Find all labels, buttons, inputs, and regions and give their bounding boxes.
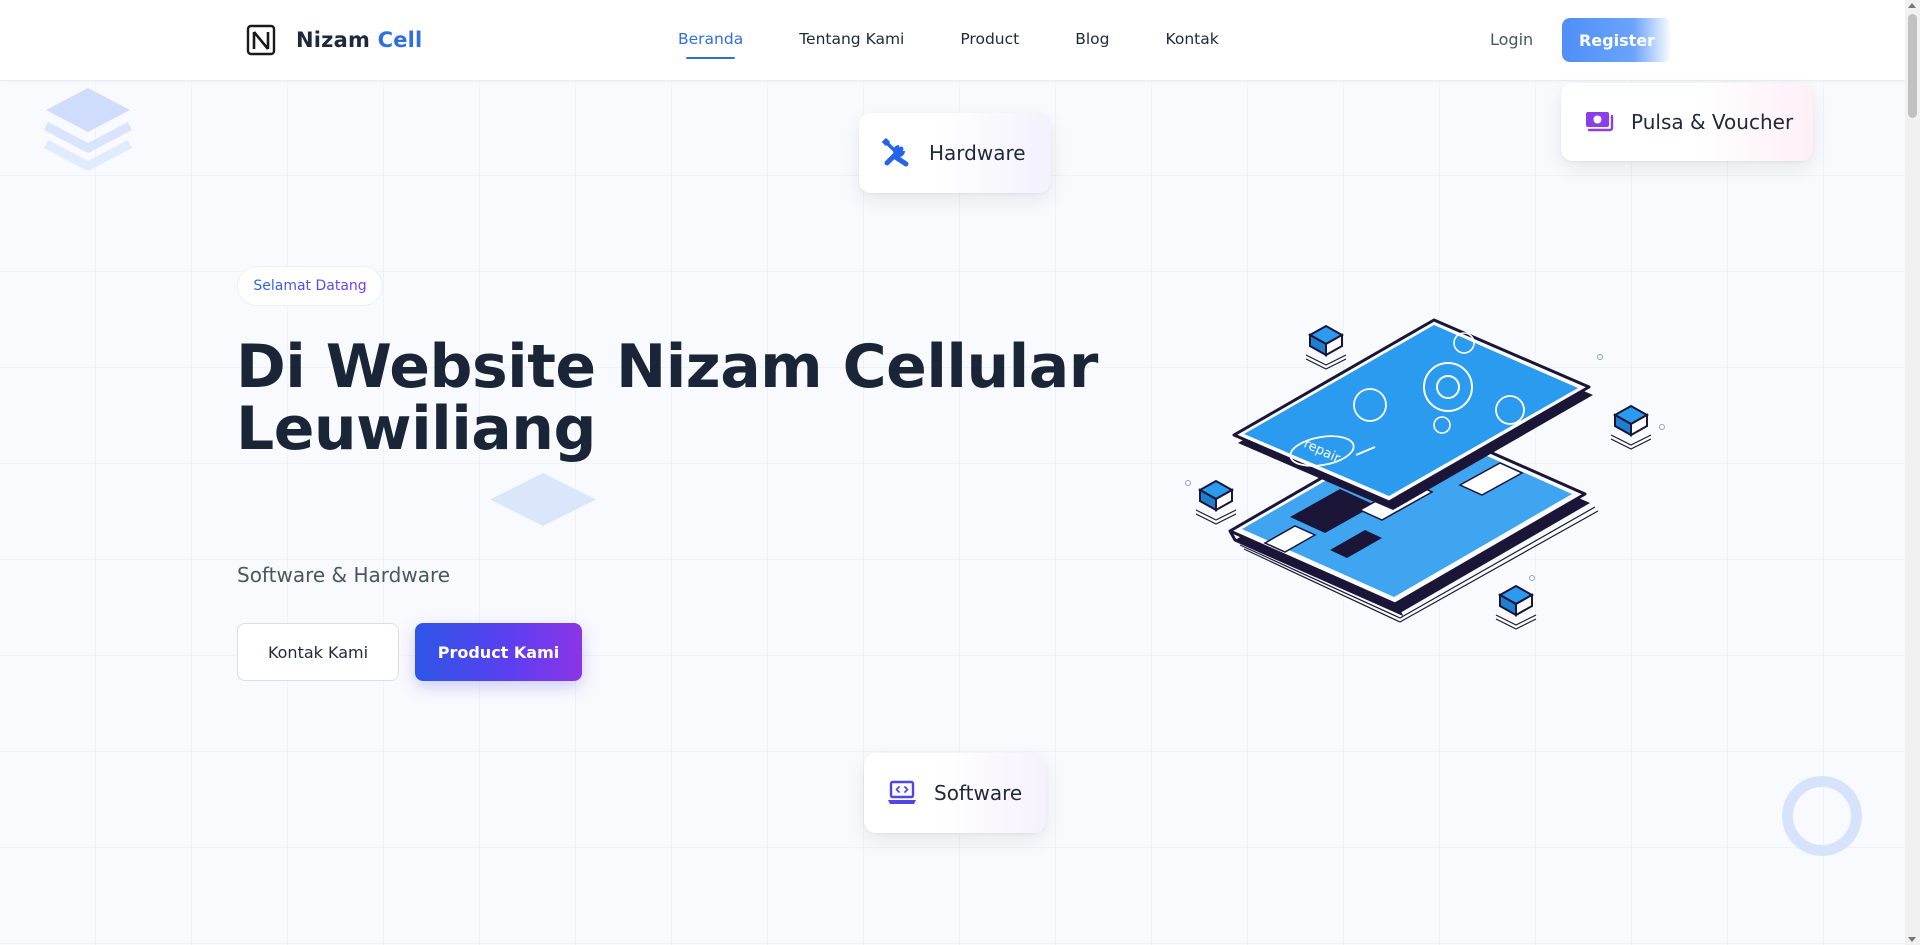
contact-us-button[interactable]: Kontak Kami (237, 623, 399, 681)
ring-decoration (1782, 776, 1862, 856)
site-header: Nizam Cell Beranda Tentang Kami Product … (0, 0, 1905, 81)
chip-decoration-1 (1305, 324, 1347, 370)
hardware-card[interactable]: Hardware (859, 113, 1051, 193)
welcome-badge-text: Selamat Datang (253, 278, 367, 294)
nav-item-tentang-kami[interactable]: Tentang Kami (799, 30, 904, 48)
main-nav: Beranda Tentang Kami Product Blog Kontak (678, 30, 1219, 59)
hardware-label: Hardware (929, 141, 1026, 165)
brand[interactable]: Nizam Cell (246, 24, 422, 56)
page-scrollbar[interactable] (1905, 0, 1920, 945)
n-logo-icon (246, 24, 276, 56)
brand-name: Nizam Cell (296, 28, 422, 52)
brand-name-part2: Cell (377, 28, 423, 52)
chip-decoration-3 (1195, 479, 1237, 525)
welcome-badge: Selamat Datang (237, 266, 383, 306)
hero-title: Di Website Nizam Cellular Leuwiliang (236, 336, 1136, 460)
software-card[interactable]: Software (864, 753, 1046, 833)
pulsa-voucher-card[interactable]: Pulsa & Voucher (1561, 83, 1813, 161)
chip-decoration-4 (1495, 584, 1537, 630)
our-products-button[interactable]: Product Kami (415, 623, 582, 681)
nav-item-blog[interactable]: Blog (1075, 30, 1109, 48)
money-icon (1586, 112, 1614, 132)
nav-item-kontak[interactable]: Kontak (1165, 30, 1218, 48)
scroll-up-arrow-icon[interactable] (1908, 3, 1916, 8)
login-link[interactable]: Login (1490, 30, 1533, 49)
layers-decoration-icon (43, 88, 133, 171)
hero-subtitle: Software & Hardware (237, 563, 451, 587)
brand-name-part1: Nizam (296, 28, 371, 52)
nav-item-beranda[interactable]: Beranda (678, 30, 743, 59)
phone-repair-illustration: repair (1185, 318, 1665, 630)
hero-title-line2: Leuwiliang (236, 394, 596, 464)
laptop-code-icon (888, 780, 916, 804)
chip-decoration-2 (1610, 404, 1652, 450)
nav-item-product[interactable]: Product (960, 30, 1019, 48)
scrollbar-thumb[interactable] (1908, 14, 1917, 118)
pulsa-voucher-label: Pulsa & Voucher (1631, 110, 1794, 134)
register-button[interactable]: Register (1562, 18, 1672, 62)
scroll-down-arrow-icon[interactable] (1908, 937, 1916, 942)
hero-title-line1: Di Website Nizam Cellular (236, 332, 1098, 402)
diamond-decoration (490, 473, 596, 526)
software-label: Software (934, 781, 1023, 805)
tools-icon (882, 138, 909, 167)
